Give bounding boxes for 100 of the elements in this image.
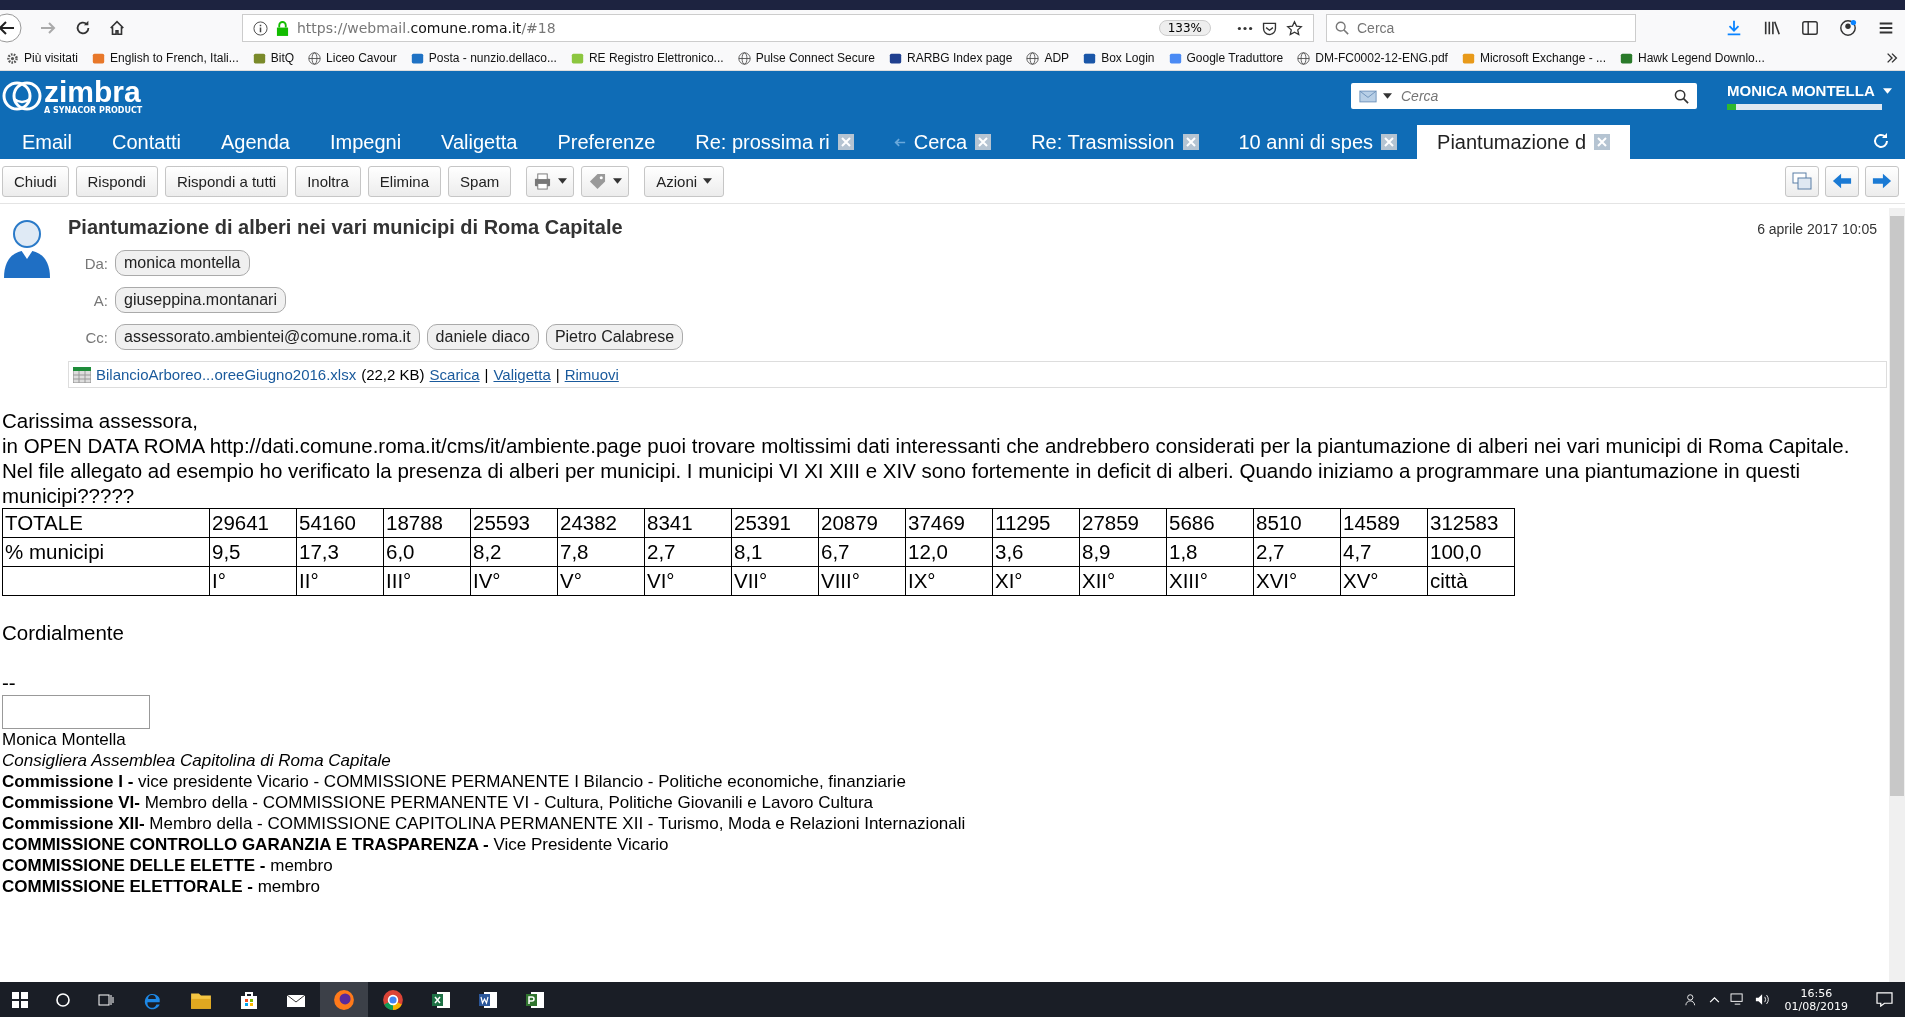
- overflow-icon[interactable]: [1885, 51, 1899, 65]
- recipient-chip[interactable]: daniele diaco: [426, 324, 539, 350]
- more-icon[interactable]: [1237, 25, 1253, 31]
- windows-start-icon[interactable]: [12, 991, 28, 1008]
- body-paragraph: Nel file allegato ad esempio ho verificato la presenza di alberi per municipi. I municipi VI XI XIII e XIV sono fortemente in deficit di alberi. Quando iniziamo a programmare una piantumazione in questi municipi?????: [2, 458, 1802, 508]
- browser-search-field[interactable]: Cerca: [1326, 14, 1636, 42]
- attachment-action-link[interactable]: Scarica: [429, 366, 480, 383]
- app-tab[interactable]: Re: Trasmission: [1011, 125, 1219, 159]
- network-icon[interactable]: [1729, 993, 1745, 1006]
- bookmark-item[interactable]: Più visitati: [6, 51, 79, 65]
- bookmark-item[interactable]: DM-FC0002-12-ENG.pdf: [1297, 51, 1448, 65]
- print-menu-button[interactable]: [526, 165, 575, 197]
- clock-date[interactable]: 01/08/2019: [1784, 999, 1848, 1013]
- signature-line: Consigliera Assemblea Capitolina di Roma Capitale: [2, 750, 392, 771]
- table-cell: 20879: [818, 508, 906, 538]
- recipient-chip[interactable]: monica montella: [115, 250, 250, 276]
- bookmark-item[interactable]: ADP: [1026, 51, 1070, 65]
- bookmark-item[interactable]: Box Login: [1083, 51, 1155, 65]
- sidebar-icon[interactable]: [1801, 19, 1819, 37]
- table-cell: 25391: [731, 508, 819, 538]
- home-icon[interactable]: [108, 19, 126, 37]
- close-icon[interactable]: [1381, 134, 1398, 150]
- bookmark-item[interactable]: Hawk Legend Downlo...: [1620, 51, 1765, 65]
- app-tab[interactable]: Cerca: [873, 125, 1012, 159]
- recipient-chip[interactable]: giuseppina.montanari: [115, 287, 286, 313]
- table-cell: VI°: [644, 566, 732, 596]
- globe-icon: [1026, 51, 1040, 65]
- attachment-link[interactable]: BilancioArboreo...oreeGiugno2016.xlsx: [96, 366, 357, 383]
- table-cell: 12,0: [905, 537, 993, 567]
- app-tab[interactable]: Email: [2, 125, 92, 159]
- bookmark-item[interactable]: Google Traduttore: [1168, 51, 1284, 65]
- project-app-icon[interactable]: [525, 989, 545, 1010]
- download-icon[interactable]: [1725, 19, 1743, 37]
- refresh-icon[interactable]: [1871, 131, 1891, 151]
- attachment-action-link[interactable]: Valigetta: [493, 366, 551, 383]
- scrollbar[interactable]: [1889, 208, 1905, 982]
- bookmark-item[interactable]: English to French, Itali...: [92, 51, 239, 65]
- table-cell: TOTALE: [2, 508, 210, 538]
- site-icon: [1461, 51, 1475, 65]
- task-view-icon[interactable]: [98, 991, 114, 1008]
- speaker-icon[interactable]: [1754, 993, 1771, 1006]
- mail-search-field[interactable]: Cerca: [1351, 83, 1697, 109]
- site-icon: [252, 51, 266, 65]
- search-circle-icon[interactable]: [55, 991, 71, 1008]
- library-icon[interactable]: [1763, 19, 1781, 37]
- toolbar-button[interactable]: Chiudi: [2, 165, 69, 197]
- clock-time[interactable]: 16:56: [1800, 986, 1833, 1000]
- table-cell: 18788: [383, 508, 471, 538]
- search-icon[interactable]: [1674, 89, 1689, 104]
- app-tab[interactable]: 10 anni di spes: [1218, 125, 1418, 159]
- toolbar-button[interactable]: Spam: [448, 165, 512, 197]
- app-tab[interactable]: Re: prossima ri: [675, 125, 874, 159]
- reload-icon[interactable]: [74, 19, 92, 37]
- toolbar-button[interactable]: Rispondi: [75, 165, 158, 197]
- close-icon[interactable]: [975, 134, 992, 150]
- star-icon[interactable]: [1286, 19, 1303, 37]
- search-icon: [1335, 21, 1349, 35]
- bookmark-item[interactable]: RE Registro Elettronico...: [570, 51, 724, 65]
- toolbar-button[interactable]: Inoltra: [295, 165, 361, 197]
- info-icon[interactable]: [253, 20, 268, 36]
- close-icon[interactable]: [837, 134, 854, 150]
- address-bar[interactable]: https://webmail.comune.roma.it/#18 133%: [242, 14, 1314, 42]
- app-tab[interactable]: Contatti: [92, 125, 201, 159]
- bookmark-item[interactable]: Microsoft Exchange - ...: [1461, 51, 1606, 65]
- zoom-level[interactable]: 133%: [1158, 20, 1211, 36]
- close-icon[interactable]: [1182, 134, 1199, 150]
- bookmark-item[interactable]: BitQ: [252, 51, 295, 65]
- next-button[interactable]: [1865, 165, 1899, 197]
- bookmark-item[interactable]: RARBG Index page: [889, 51, 1013, 65]
- toolbar-button[interactable]: Rispondi a tutti: [164, 165, 289, 197]
- table-cell: IX°: [905, 566, 993, 596]
- bookmark-item[interactable]: Posta - nunzio.dellaco...: [410, 51, 557, 65]
- actions-menu-button[interactable]: Azioni: [644, 165, 725, 197]
- toolbar-button[interactable]: Elimina: [367, 165, 442, 197]
- notification-icon[interactable]: [1876, 992, 1893, 1007]
- store-bag-icon[interactable]: [239, 989, 259, 1010]
- round-browser-icon[interactable]: [382, 988, 404, 1011]
- account-icon[interactable]: [1839, 19, 1857, 37]
- app-tab[interactable]: Valigetta: [421, 125, 538, 159]
- chevron-up-icon[interactable]: [1708, 996, 1720, 1003]
- bookmark-item[interactable]: Liceo Cavour: [308, 51, 397, 65]
- recipient-chip[interactable]: assessorato.ambientei@comune.roma.it: [115, 324, 420, 350]
- globe-icon: [737, 51, 751, 65]
- table-cell: 100,0: [1427, 537, 1515, 567]
- recipient-chip[interactable]: Pietro Calabrese: [545, 324, 684, 350]
- tag-menu-button[interactable]: [581, 165, 630, 197]
- app-tab[interactable]: Agenda: [200, 125, 310, 159]
- app-tab[interactable]: Impegni: [309, 125, 422, 159]
- previous-button[interactable]: [1825, 165, 1859, 197]
- document-app-icon[interactable]: [478, 989, 498, 1010]
- dropdown-caret-icon[interactable]: [1383, 93, 1392, 99]
- app-tab[interactable]: Preferenze: [537, 125, 676, 159]
- table-cell: 11295: [992, 508, 1080, 538]
- bookmark-item[interactable]: Pulse Connect Secure: [737, 51, 876, 65]
- back-icon[interactable]: [0, 13, 22, 43]
- app-tab[interactable]: Piantumazione d: [1417, 125, 1631, 159]
- attachment-action-link[interactable]: Rimuovi: [564, 366, 619, 383]
- table-cell: 2,7: [1253, 537, 1341, 567]
- spreadsheet-app-icon[interactable]: [431, 989, 451, 1010]
- user-menu[interactable]: MONICA MONTELLA: [1727, 82, 1897, 99]
